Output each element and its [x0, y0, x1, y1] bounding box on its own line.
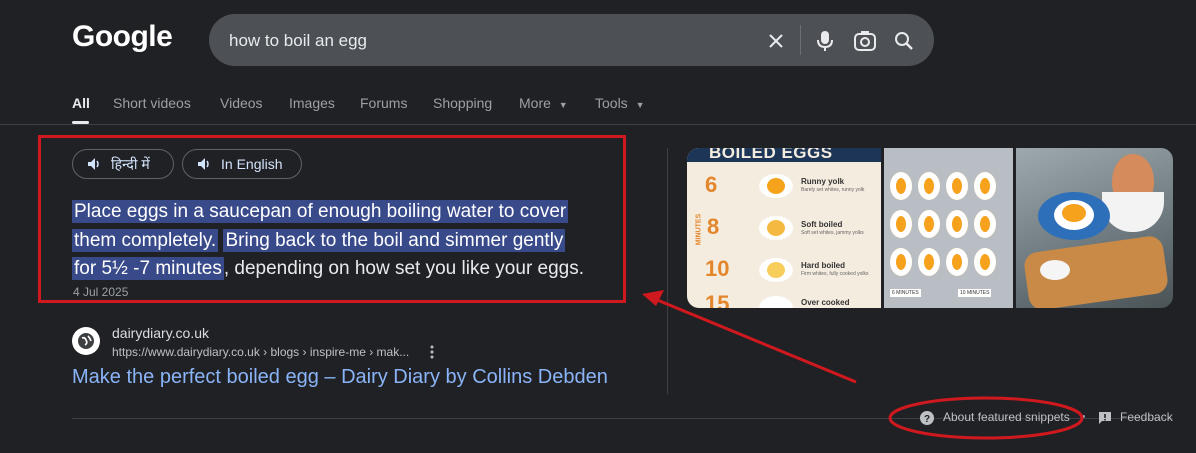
annotation-arrowhead [642, 290, 664, 306]
annotation-overlay [642, 290, 1084, 440]
annotation-ellipse [888, 396, 1084, 440]
annotation-arrow [649, 295, 857, 384]
